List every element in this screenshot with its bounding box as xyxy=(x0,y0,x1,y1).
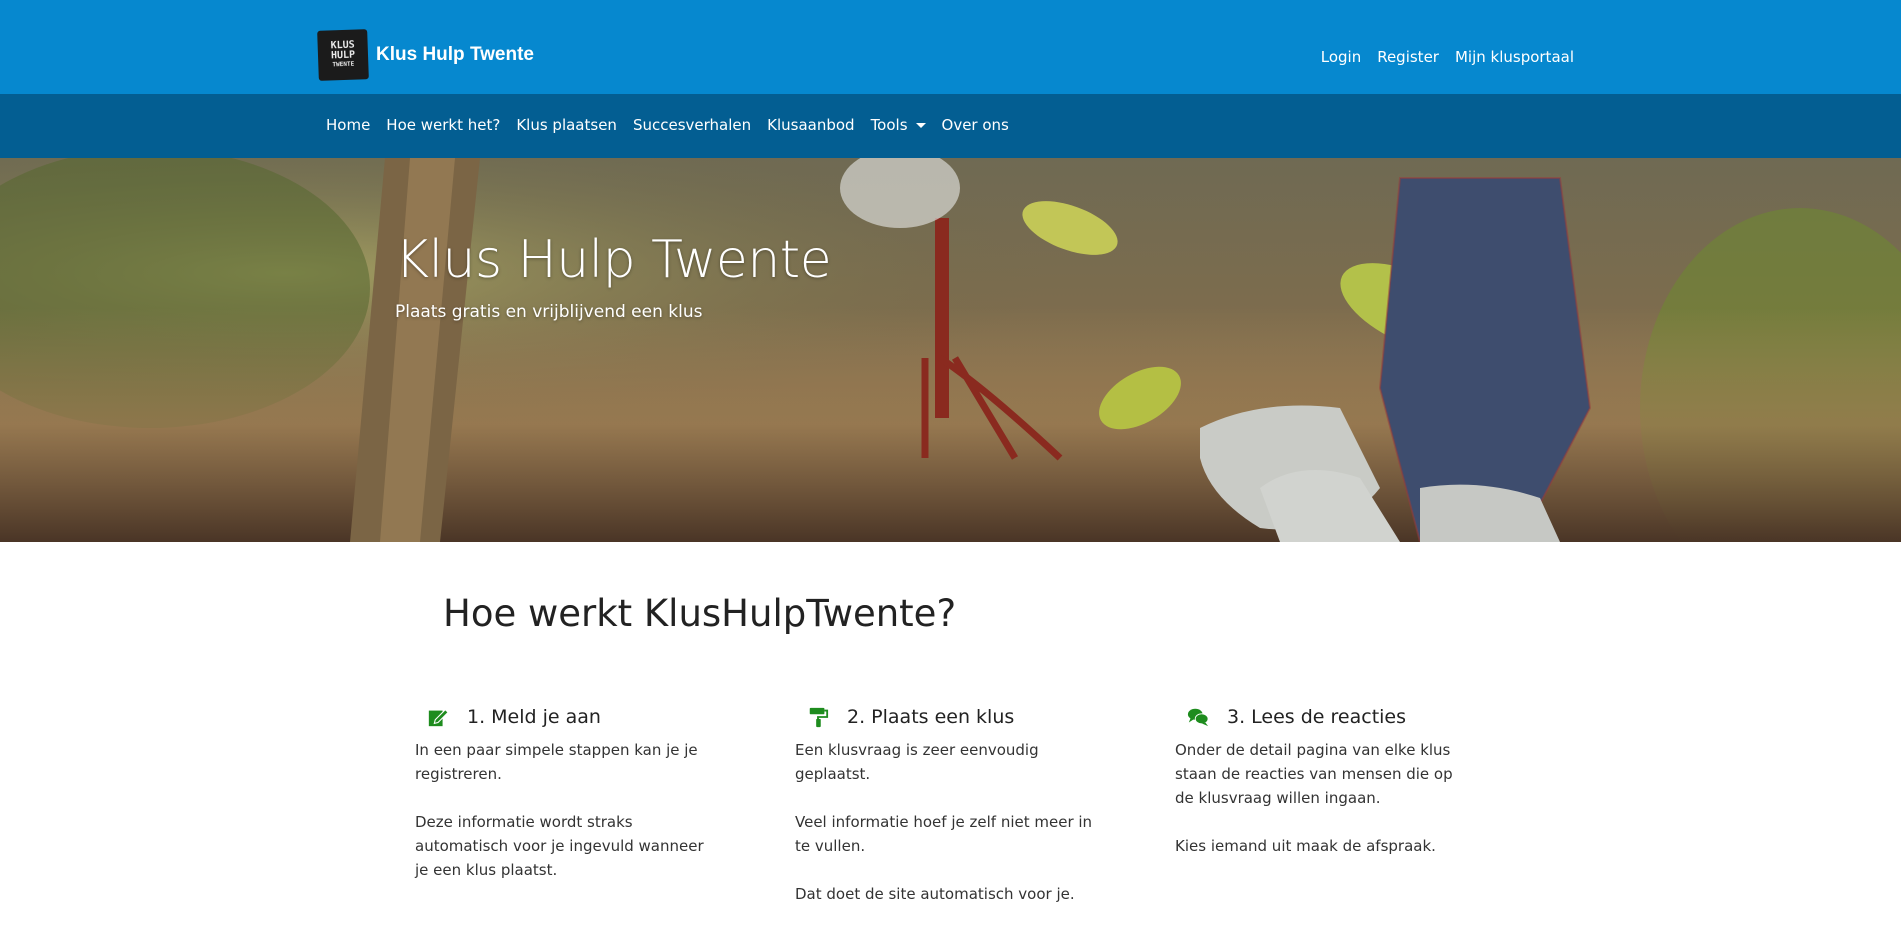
nav-item-about[interactable]: Over ons xyxy=(942,116,1009,134)
portal-link[interactable]: Mijn klusportaal xyxy=(1455,48,1574,66)
step-post-job: 2. Plaats een klus Een klusvraag is zeer… xyxy=(795,706,1105,906)
step-title: 3. Lees de reacties xyxy=(1227,706,1407,728)
caret-down-icon xyxy=(915,122,926,128)
brand-link[interactable]: KLUS HULP TWENTE Klus Hulp Twente xyxy=(317,29,534,81)
register-link[interactable]: Register xyxy=(1377,48,1439,66)
nav-item-success-stories[interactable]: Succesverhalen xyxy=(633,116,751,134)
step-register: 1. Meld je aan In een paar simpele stapp… xyxy=(415,706,725,882)
nav-item-post-job[interactable]: Klus plaatsen xyxy=(516,116,617,134)
nav-item-tools-label: Tools xyxy=(870,116,908,134)
user-menu: Login Register Mijn klusportaal xyxy=(1321,48,1574,66)
comments-icon xyxy=(1187,708,1209,727)
brand-name: Klus Hulp Twente xyxy=(376,44,534,65)
edit-icon xyxy=(428,708,449,727)
hero-banner: Klus Hulp Twente Plaats gratis en vrijbl… xyxy=(0,158,1901,542)
main-nav: Home Hoe werkt het? Klus plaatsen Succes… xyxy=(0,94,1901,158)
logo: KLUS HULP TWENTE xyxy=(317,29,369,81)
nav-item-how-it-works[interactable]: Hoe werkt het? xyxy=(386,116,500,134)
step-text: Een klusvraag is zeer eenvoudig geplaats… xyxy=(795,741,1093,903)
step-text: In een paar simpele stappen kan je je re… xyxy=(415,741,704,879)
top-header: KLUS HULP TWENTE Klus Hulp Twente Login … xyxy=(0,0,1901,94)
how-it-works-title: Hoe werkt KlusHulpTwente? xyxy=(443,592,957,635)
step-text: Onder de detail pagina van elke klus sta… xyxy=(1175,741,1453,855)
nav-item-home[interactable]: Home xyxy=(326,116,370,134)
nav-item-job-offers[interactable]: Klusaanbod xyxy=(767,116,854,134)
login-link[interactable]: Login xyxy=(1321,48,1361,66)
hero-title: Klus Hulp Twente xyxy=(395,230,832,290)
hero-garden-image xyxy=(0,158,1901,542)
step-read-responses: 3. Lees de reacties Onder de detail pagi… xyxy=(1175,706,1485,858)
step-title: 2. Plaats een klus xyxy=(847,706,1015,728)
hero-subtitle: Plaats gratis en vrijblijvend een klus xyxy=(395,302,703,322)
paint-roller-icon xyxy=(809,707,829,728)
nav-item-tools-dropdown[interactable]: Tools xyxy=(871,116,926,134)
step-title: 1. Meld je aan xyxy=(467,706,601,728)
